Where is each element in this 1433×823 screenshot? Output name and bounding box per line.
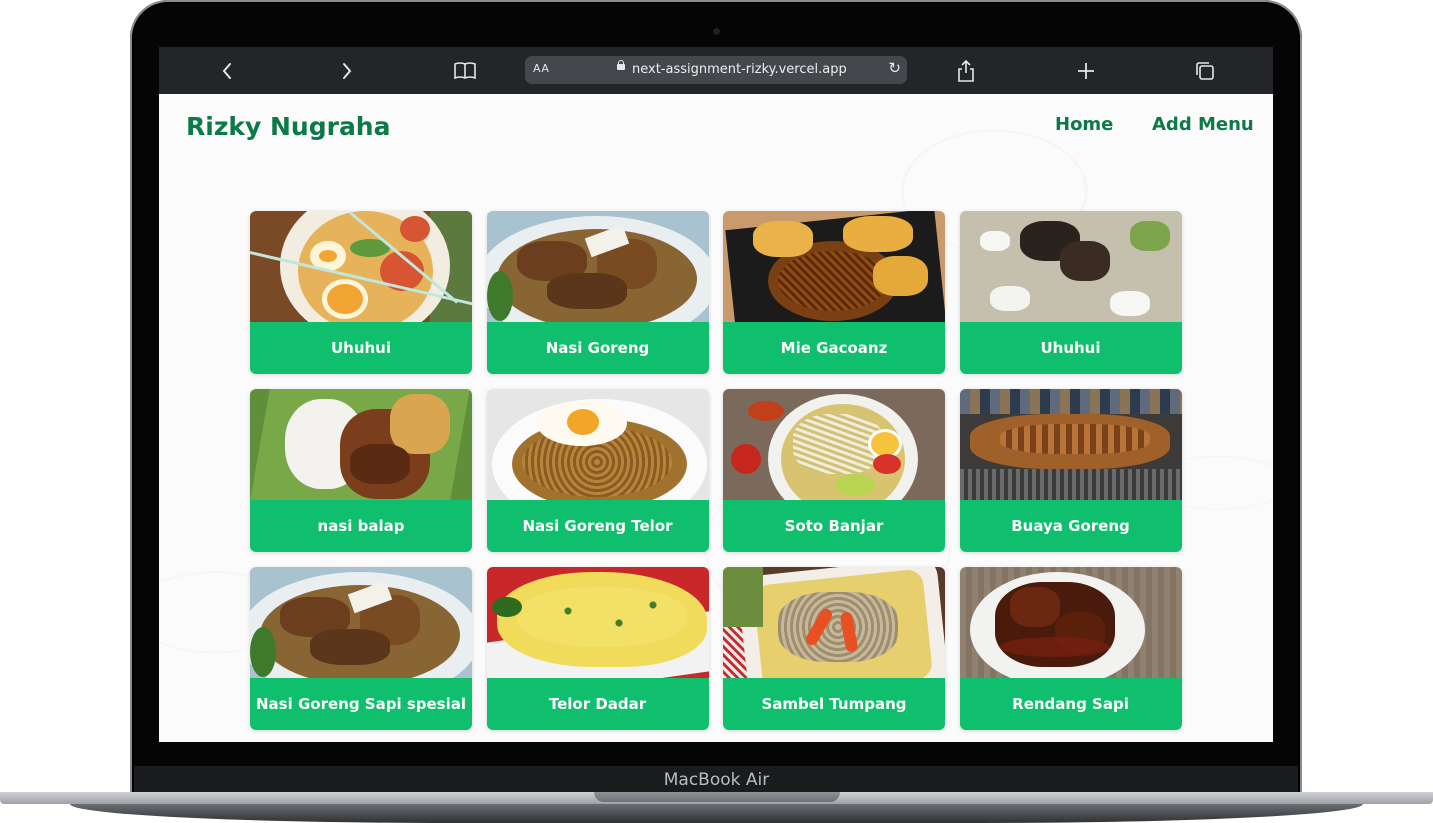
page-content: Rizky Nugraha Home Add Menu Uhuhui Nasi … [159,94,1273,742]
image-shape [835,474,875,496]
image-shape [1059,241,1110,281]
lock-icon [617,60,625,70]
image-shape [322,279,368,319]
camera-icon [713,28,720,35]
menu-card-image[interactable] [959,389,1182,500]
menu-card-image[interactable] [486,567,709,678]
reader-aa-button[interactable]: AA [533,62,549,75]
image-shape [731,444,761,474]
image-shape [999,424,1150,454]
menu-card[interactable]: Sambel Tumpang [723,567,945,730]
menu-card[interactable]: Nasi Goreng [486,211,709,374]
menu-card-image[interactable] [723,389,945,500]
menu-card[interactable]: Nasi Goreng Telor [486,389,709,552]
menu-card-title[interactable]: Sambel Tumpang [723,678,945,730]
image-shape [843,216,913,252]
image-shape [566,409,599,435]
image-shape [400,216,430,242]
base-bottom [70,804,1363,823]
image-shape [546,273,627,309]
brand-logo[interactable]: Rizky Nugraha [186,112,390,141]
image-shape [778,592,898,662]
menu-card[interactable]: Nasi Goreng Sapi spesial [250,567,472,730]
menu-card-image[interactable] [959,211,1182,322]
image-shape [979,231,1010,251]
menu-card-title[interactable]: Telor Dadar [486,678,709,730]
book-icon[interactable] [453,47,477,94]
image-shape [350,444,410,484]
tabs-icon[interactable] [1194,47,1216,94]
menu-card[interactable]: Buaya Goreng [959,389,1182,552]
menu-card[interactable]: Rendang Sapi [959,567,1182,730]
image-shape [999,637,1110,657]
image-shape [250,627,276,677]
reload-icon[interactable]: ↻ [888,59,901,77]
menu-card-title[interactable]: Uhuhui [959,322,1182,374]
menu-card-title[interactable]: Buaya Goreng [959,500,1182,552]
image-shape [390,394,450,454]
menu-card[interactable]: Telor Dadar [486,567,709,730]
image-shape [723,567,763,627]
browser-toolbar: AA next-assignment-rizky.vercel.app ↻ [159,47,1273,94]
address-bar[interactable]: AA next-assignment-rizky.vercel.app ↻ [525,56,907,84]
laptop-base [0,792,1433,823]
lid-notch [594,792,840,802]
nav-home[interactable]: Home [1055,114,1113,135]
image-shape [310,629,390,665]
menu-card-image[interactable] [250,389,472,500]
url-text[interactable]: next-assignment-rizky.vercel.app [632,62,847,77]
menu-grid: Uhuhui Nasi Goreng Mie Gacoanz Uhuhui na… [250,211,1182,730]
menu-card-image[interactable] [723,567,945,678]
menu-card-title[interactable]: Rendang Sapi [959,678,1182,730]
menu-card-image[interactable] [486,211,709,322]
image-shape [1009,587,1060,627]
device-label: MacBook Air [663,770,770,790]
screen: AA next-assignment-rizky.vercel.app ↻ Ri… [159,47,1273,742]
image-shape [778,251,888,311]
plus-icon[interactable] [1076,47,1096,94]
menu-card-title[interactable]: Nasi Goreng Sapi spesial [250,678,472,730]
image-shape [1109,291,1150,316]
menu-card-title[interactable]: Mie Gacoanz [723,322,945,374]
menu-card-image[interactable] [723,211,945,322]
chevron-right-icon[interactable] [335,47,359,94]
menu-card[interactable]: Soto Banjar [723,389,945,552]
chevron-left-icon[interactable] [215,47,239,94]
menu-card-title[interactable]: Nasi Goreng [486,322,709,374]
menu-card[interactable]: Uhuhui [959,211,1182,374]
menu-card-image[interactable] [250,211,472,322]
image-shape [753,221,813,257]
image-shape [748,401,784,421]
image-shape [516,587,687,647]
image-shape [959,469,1182,500]
menu-card-title[interactable]: nasi balap [250,500,472,552]
menu-card-image[interactable] [959,567,1182,678]
image-shape [486,271,513,321]
menu-card-image[interactable] [250,567,472,678]
image-shape [873,256,928,296]
image-shape [873,454,901,474]
image-shape [491,597,522,617]
menu-card[interactable]: Mie Gacoanz [723,211,945,374]
menu-card-title[interactable]: Soto Banjar [723,500,945,552]
menu-card-title[interactable]: Uhuhui [250,322,472,374]
image-shape [989,286,1030,311]
menu-card-title[interactable]: Nasi Goreng Telor [486,500,709,552]
menu-card[interactable]: Uhuhui [250,211,472,374]
image-shape [1129,221,1170,251]
share-icon[interactable] [956,47,976,94]
menu-card-image[interactable] [486,389,709,500]
nav-add-menu[interactable]: Add Menu [1152,114,1254,135]
menu-card[interactable]: nasi balap [250,389,472,552]
image-shape [959,389,1182,414]
